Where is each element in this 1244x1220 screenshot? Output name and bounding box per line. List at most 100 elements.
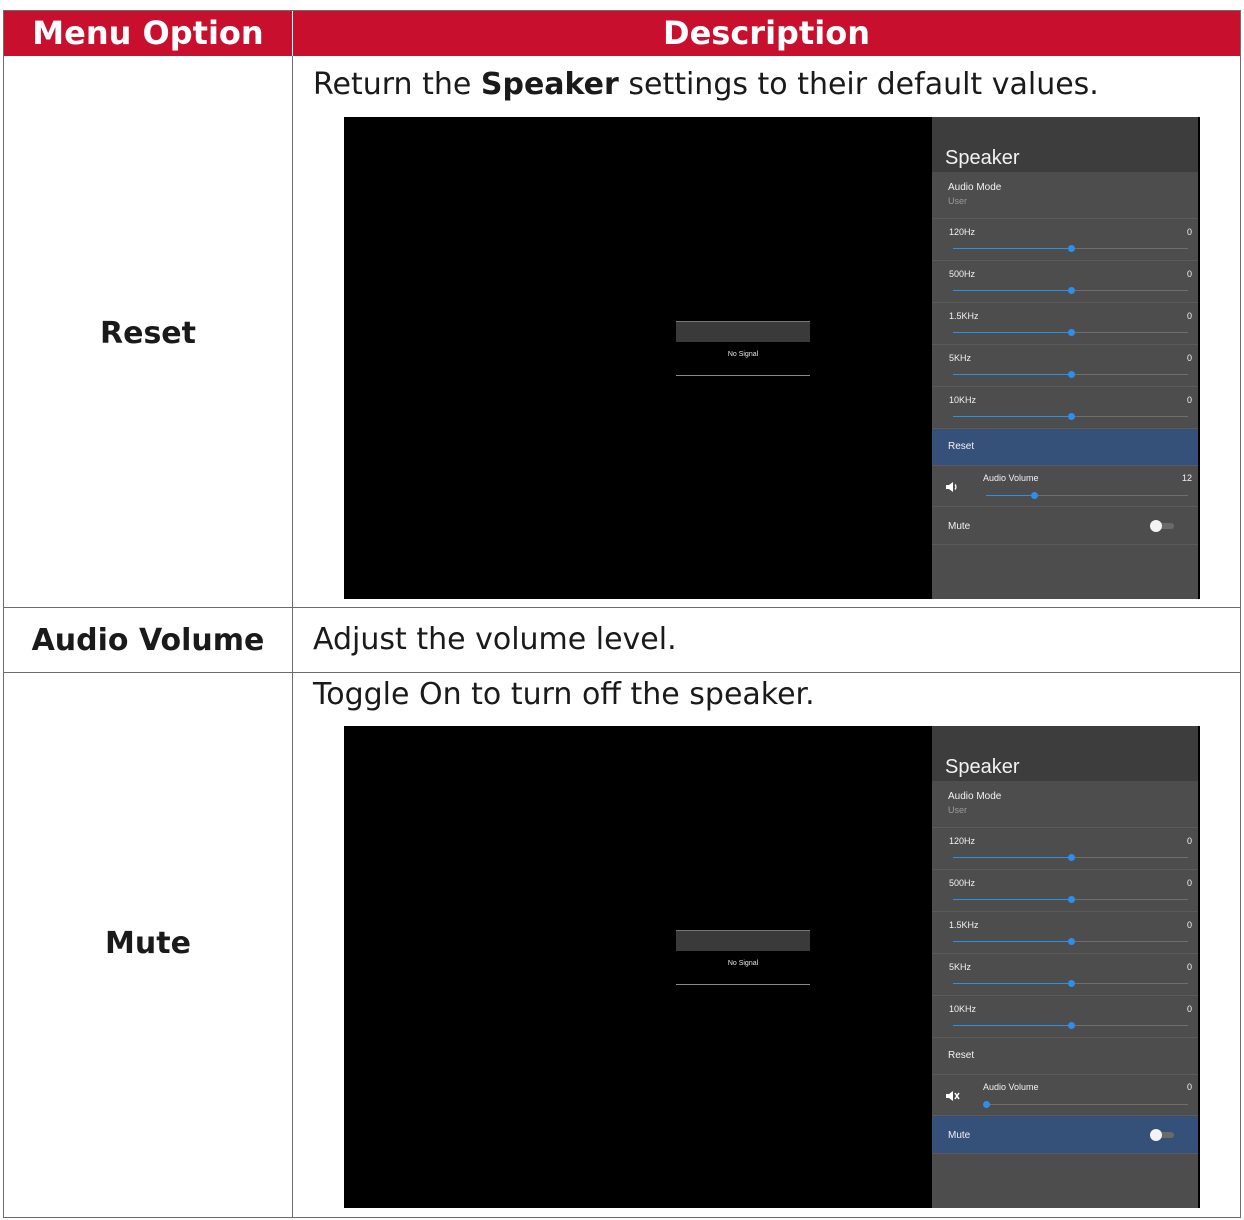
eq-slider[interactable] bbox=[953, 938, 1188, 945]
eq-slider-knob[interactable] bbox=[1067, 896, 1075, 903]
description-reset: Return the Speaker settings to their def… bbox=[313, 67, 1099, 102]
eq-slider-fill bbox=[953, 248, 1071, 249]
eq-label: 500Hz bbox=[949, 269, 976, 279]
no-signal-bar bbox=[676, 930, 810, 951]
option-mute: Mute bbox=[105, 926, 191, 961]
mute-item[interactable]: Mute bbox=[932, 1116, 1198, 1154]
eq-slider-fill bbox=[953, 416, 1071, 417]
eq-slider[interactable] bbox=[953, 413, 1188, 420]
eq-slider-fill bbox=[953, 374, 1071, 375]
audio-volume-value: 12 bbox=[1181, 473, 1192, 483]
eq-slider-fill bbox=[953, 857, 1071, 858]
eq-label: 120Hz bbox=[949, 227, 976, 237]
eq-label: 120Hz bbox=[949, 836, 976, 846]
mute-toggle[interactable] bbox=[1150, 1129, 1176, 1141]
eq-item[interactable]: 1.5KHz 0 bbox=[932, 912, 1198, 954]
audio-volume-slider[interactable] bbox=[986, 492, 1188, 499]
audio-mode-value: User bbox=[948, 805, 968, 815]
eq-slider[interactable] bbox=[953, 287, 1188, 294]
eq-item[interactable]: 10KHz 0 bbox=[932, 387, 1198, 429]
speaker-icon bbox=[944, 479, 960, 495]
eq-item[interactable]: 5KHz 0 bbox=[932, 954, 1198, 996]
eq-slider-knob[interactable] bbox=[1067, 329, 1075, 336]
audio-volume-label: Audio Volume bbox=[983, 1082, 1039, 1092]
table-header: Menu Option Description bbox=[4, 11, 1240, 56]
audio-volume-knob[interactable] bbox=[983, 1101, 990, 1108]
no-signal-text: No Signal bbox=[727, 960, 759, 967]
panel-header: Speaker bbox=[932, 117, 1198, 172]
eq-item[interactable]: 5KHz 0 bbox=[932, 345, 1198, 387]
eq-slider-knob[interactable] bbox=[1067, 980, 1075, 987]
audio-mode-item[interactable]: Audio Mode User bbox=[932, 172, 1198, 219]
eq-label: 10KHz bbox=[949, 395, 977, 405]
eq-value: 0 bbox=[1186, 227, 1192, 237]
eq-value: 0 bbox=[1186, 1004, 1192, 1014]
eq-item[interactable]: 500Hz 0 bbox=[932, 261, 1198, 303]
speaker-panel: Speaker Audio Mode User 120Hz 0 500Hz 0 1.5KHz 0… bbox=[932, 117, 1198, 599]
description-mute: Toggle On to turn off the speaker. bbox=[313, 677, 815, 712]
reset-button[interactable]: Reset bbox=[932, 429, 1198, 466]
no-signal-box: No Signal bbox=[676, 321, 810, 376]
eq-slider-knob[interactable] bbox=[1067, 938, 1075, 945]
eq-slider[interactable] bbox=[953, 854, 1188, 861]
eq-slider[interactable] bbox=[953, 371, 1188, 378]
no-signal-line bbox=[676, 375, 810, 376]
toggle-knob bbox=[1150, 1129, 1162, 1141]
eq-slider-knob[interactable] bbox=[1067, 413, 1075, 420]
panel-title: Speaker bbox=[945, 147, 1020, 169]
eq-item[interactable]: 1.5KHz 0 bbox=[932, 303, 1198, 345]
reset-label: Reset bbox=[948, 441, 975, 452]
eq-slider-knob[interactable] bbox=[1067, 245, 1075, 252]
speaker-screenshot-mute: No Signal Speaker Audio Mode User 120Hz 0 500H… bbox=[344, 726, 1200, 1208]
audio-volume-item[interactable]: Audio Volume 0 bbox=[932, 1075, 1198, 1116]
eq-slider-knob[interactable] bbox=[1067, 371, 1075, 378]
eq-slider-fill bbox=[953, 983, 1071, 984]
audio-volume-slider[interactable] bbox=[983, 1101, 1188, 1108]
eq-item[interactable]: 10KHz 0 bbox=[932, 996, 1198, 1038]
audio-volume-knob[interactable] bbox=[1031, 492, 1039, 499]
eq-item[interactable]: 120Hz 0 bbox=[932, 219, 1198, 261]
eq-slider-fill bbox=[953, 1025, 1071, 1026]
eq-item[interactable]: 500Hz 0 bbox=[932, 870, 1198, 912]
toggle-knob bbox=[1150, 520, 1162, 532]
speaker-muted-icon bbox=[944, 1088, 960, 1104]
no-signal-bar bbox=[676, 321, 810, 342]
eq-slider-knob[interactable] bbox=[1067, 1022, 1075, 1029]
eq-slider[interactable] bbox=[953, 896, 1188, 903]
option-audio-volume: Audio Volume bbox=[31, 623, 265, 658]
eq-value: 0 bbox=[1186, 962, 1192, 972]
row-divider bbox=[4, 607, 1240, 608]
eq-slider-knob[interactable] bbox=[1067, 854, 1075, 861]
eq-value: 0 bbox=[1186, 836, 1192, 846]
audio-mode-value: User bbox=[948, 196, 968, 206]
row-divider bbox=[4, 672, 1240, 673]
eq-slider-knob[interactable] bbox=[1067, 287, 1075, 294]
mute-toggle[interactable] bbox=[1150, 520, 1176, 532]
column-divider bbox=[292, 56, 293, 1218]
eq-item[interactable]: 120Hz 0 bbox=[932, 828, 1198, 870]
mute-label: Mute bbox=[948, 521, 971, 532]
no-signal-text: No Signal bbox=[727, 351, 759, 358]
panel-title: Speaker bbox=[945, 756, 1020, 778]
mute-item[interactable]: Mute bbox=[932, 507, 1198, 545]
panel-header: Speaker bbox=[932, 726, 1198, 781]
eq-value: 0 bbox=[1186, 395, 1192, 405]
eq-label: 500Hz bbox=[949, 878, 976, 888]
reset-button[interactable]: Reset bbox=[932, 1038, 1198, 1075]
no-signal-line bbox=[676, 984, 810, 985]
eq-value: 0 bbox=[1186, 311, 1192, 321]
speaker-screenshot-reset: No Signal Speaker Audio Mode User 120Hz 0 500H… bbox=[344, 117, 1200, 599]
eq-slider[interactable] bbox=[953, 245, 1188, 252]
eq-value: 0 bbox=[1186, 353, 1192, 363]
eq-slider-fill bbox=[953, 941, 1071, 942]
eq-slider[interactable] bbox=[953, 329, 1188, 336]
eq-slider[interactable] bbox=[953, 980, 1188, 987]
eq-value: 0 bbox=[1186, 878, 1192, 888]
audio-volume-label: Audio Volume bbox=[983, 473, 1039, 483]
eq-label: 10KHz bbox=[949, 1004, 977, 1014]
eq-slider[interactable] bbox=[953, 1022, 1188, 1029]
audio-mode-item[interactable]: Audio Mode User bbox=[932, 781, 1198, 828]
reset-label: Reset bbox=[948, 1050, 975, 1061]
eq-slider-fill bbox=[953, 290, 1071, 291]
audio-volume-item[interactable]: Audio Volume 12 bbox=[932, 466, 1198, 507]
